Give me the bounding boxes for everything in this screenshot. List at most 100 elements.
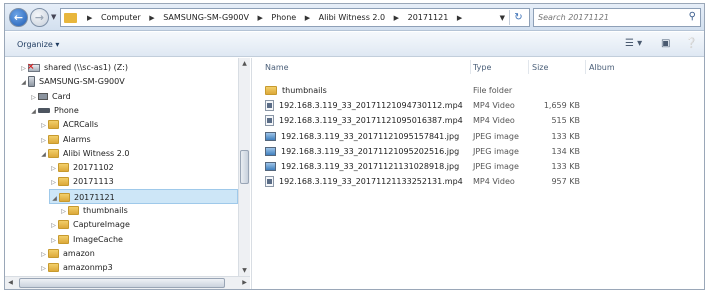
chevron-right-icon[interactable]: ▶ (149, 14, 154, 22)
breadcrumb-computer[interactable]: Computer (101, 13, 141, 22)
navigation-pane: ▷shared (\\sc-as1) (Z:)◢SAMSUNG-SM-G900V… (5, 58, 238, 276)
video-file-icon (265, 176, 274, 188)
column-header-size[interactable]: Size (532, 63, 548, 72)
expanded-arrow-icon[interactable]: ◢ (19, 75, 28, 90)
nav-tree-item[interactable]: ▷ 20171102 (49, 160, 114, 175)
column-header-name[interactable]: Name (265, 63, 289, 72)
image-file-icon (265, 146, 276, 156)
file-name: thumbnails (282, 86, 327, 95)
file-name-cell[interactable]: 192.168.3.119_33_20171121094730112.mp4 (265, 98, 463, 113)
file-name-cell[interactable]: 192.168.3.119_33_20171121133252131.mp4 (265, 174, 463, 189)
breadcrumb-phone[interactable]: Phone (271, 13, 296, 22)
breadcrumb-alibi-witness[interactable]: Alibi Witness 2.0 (319, 13, 385, 22)
nav-tree-label: amazonmp3 (63, 263, 113, 273)
chevron-right-icon[interactable]: ▶ (87, 14, 92, 22)
file-size: 133 KB (551, 131, 580, 141)
file-row[interactable]: 192.168.3.119_33_20171121133252131.mp4 MP… (252, 174, 705, 189)
nav-tree-item[interactable]: ▷ amazonmp3 (39, 260, 113, 275)
view-options-icon[interactable]: ☰ ▾ (625, 38, 642, 49)
nav-tree-item[interactable]: ▷ 20171113 (49, 174, 114, 189)
expanded-arrow-icon[interactable]: ◢ (50, 191, 59, 206)
chevron-right-icon[interactable]: ▶ (457, 14, 462, 22)
nav-tree-item[interactable]: ▷ Alarms (39, 132, 91, 147)
chevron-right-icon[interactable]: ▶ (305, 14, 310, 22)
nav-tree-item[interactable]: ▷ amazon (39, 246, 95, 261)
nav-tree-item[interactable]: ◢ Phone (29, 103, 79, 118)
back-button[interactable]: ← (9, 8, 28, 27)
file-name-cell[interactable]: 192.168.3.119_33_20171121131028918.jpg (265, 159, 459, 174)
image-file-icon (265, 131, 276, 141)
organize-button[interactable]: Organize ▾ (17, 40, 59, 49)
column-divider[interactable] (528, 60, 529, 74)
column-divider[interactable] (585, 60, 586, 74)
back-arrow-icon: ← (13, 11, 24, 24)
address-bar[interactable]: ▶ Computer ▶ SAMSUNG-SM-G900V ▶ Phone ▶ … (60, 8, 530, 27)
chevron-right-icon[interactable]: ▶ (257, 14, 262, 22)
folder-icon (68, 206, 79, 215)
file-size: 134 KB (551, 146, 580, 156)
file-row[interactable]: thumbnails File folder (252, 83, 705, 98)
file-name-cell[interactable]: 192.168.3.119_33_20171121095016387.mp4 (265, 113, 463, 128)
breadcrumb-20171121[interactable]: 20171121 (408, 13, 449, 22)
folder-icon (48, 120, 59, 130)
column-divider[interactable] (470, 60, 471, 74)
address-dropdown-icon[interactable]: ▼ (500, 14, 505, 22)
nav-tree-item[interactable]: ▷ thumbnails (59, 203, 128, 218)
folder-icon (58, 163, 69, 173)
nav-tree-item[interactable]: ▷ ImageCache (49, 232, 123, 247)
nav-tree-item[interactable]: ▷shared (\\sc-as1) (Z:) (19, 60, 128, 75)
file-name: 192.168.3.119_33_20171121094730112.mp4 (279, 101, 463, 111)
nav-tree-item[interactable]: ◢ SAMSUNG-SM-G900V (19, 74, 125, 89)
scroll-up-icon[interactable]: ▲ (239, 58, 250, 69)
collapsed-arrow-icon[interactable]: ▷ (39, 261, 48, 276)
preview-pane-icon[interactable]: ▣ (661, 38, 670, 49)
search-input[interactable] (538, 11, 678, 24)
breadcrumb-device[interactable]: SAMSUNG-SM-G900V (163, 13, 249, 22)
file-row[interactable]: 192.168.3.119_33_20171121131028918.jpg JP… (252, 159, 705, 174)
column-header-type[interactable]: Type (473, 63, 491, 72)
search-box[interactable]: ⚲ (533, 8, 701, 27)
search-icon[interactable]: ⚲ (689, 11, 696, 22)
file-row[interactable]: 192.168.3.119_33_20171121095157841.jpg JP… (252, 129, 705, 144)
file-row[interactable]: 192.168.3.119_33_20171121094730112.mp4 MP… (252, 98, 705, 113)
nav-tree-label: shared (\\sc-as1) (Z:) (44, 63, 129, 72)
scroll-thumb[interactable] (240, 150, 249, 184)
horizontal-scroll-thumb[interactable] (19, 278, 225, 288)
file-row[interactable]: 192.168.3.119_33_20171121095202516.jpg JP… (252, 144, 705, 159)
nav-tree-label: 20171113 (73, 177, 114, 187)
scroll-down-icon[interactable]: ▼ (239, 265, 250, 276)
file-name-cell[interactable]: 192.168.3.119_33_20171121095157841.jpg (265, 129, 459, 144)
nav-tree-label: ImageCache (73, 234, 123, 244)
file-type: JPEG image (473, 162, 519, 171)
nav-tree-item[interactable]: ▷ CaptureImage (49, 217, 130, 232)
card-icon (38, 92, 48, 100)
file-name-cell[interactable]: thumbnails (265, 83, 327, 98)
file-name-cell[interactable]: 192.168.3.119_33_20171121095202516.jpg (265, 144, 459, 159)
scroll-right-icon[interactable]: ▶ (239, 277, 250, 289)
forward-button[interactable]: → (30, 8, 49, 27)
nav-tree-item[interactable]: ▷ ACRCalls (39, 117, 98, 132)
nav-tree-label: CaptureImage (73, 220, 130, 230)
file-type: JPEG image (473, 146, 519, 156)
horizontal-scrollbar[interactable]: ◀ ▶ (5, 276, 250, 289)
image-file-icon (265, 162, 276, 171)
nav-tree-item[interactable]: ◢ 20171121 (49, 188, 238, 206)
expanded-arrow-icon[interactable]: ◢ (29, 104, 38, 119)
history-dropdown-icon[interactable]: ▼ (51, 13, 56, 21)
folder-icon (58, 220, 69, 230)
refresh-icon[interactable]: ↻ (509, 10, 527, 25)
scroll-left-icon[interactable]: ◀ (5, 277, 16, 289)
chevron-right-icon[interactable]: ▶ (394, 14, 399, 22)
expanded-arrow-icon[interactable]: ◢ (39, 147, 48, 162)
nav-tree-label: thumbnails (83, 206, 128, 215)
file-row[interactable]: 192.168.3.119_33_20171121095016387.mp4 MP… (252, 113, 705, 128)
file-list-pane: Name Type Size Album thumbnails File fold… (251, 58, 704, 289)
help-icon[interactable]: ❔ (685, 38, 697, 49)
command-bar: Organize ▾ ☰ ▾ ▣ ❔ (5, 32, 704, 57)
nav-vertical-scrollbar[interactable]: ▲ ▼ (238, 58, 250, 276)
column-header-album[interactable]: Album (589, 63, 615, 72)
file-size: 515 KB (551, 116, 580, 126)
nav-tree-label: SAMSUNG-SM-G900V (39, 77, 125, 87)
nav-tree-item[interactable]: ▷ Card (29, 89, 71, 104)
nav-tree-item[interactable]: ◢ Alibi Witness 2.0 (39, 146, 129, 161)
